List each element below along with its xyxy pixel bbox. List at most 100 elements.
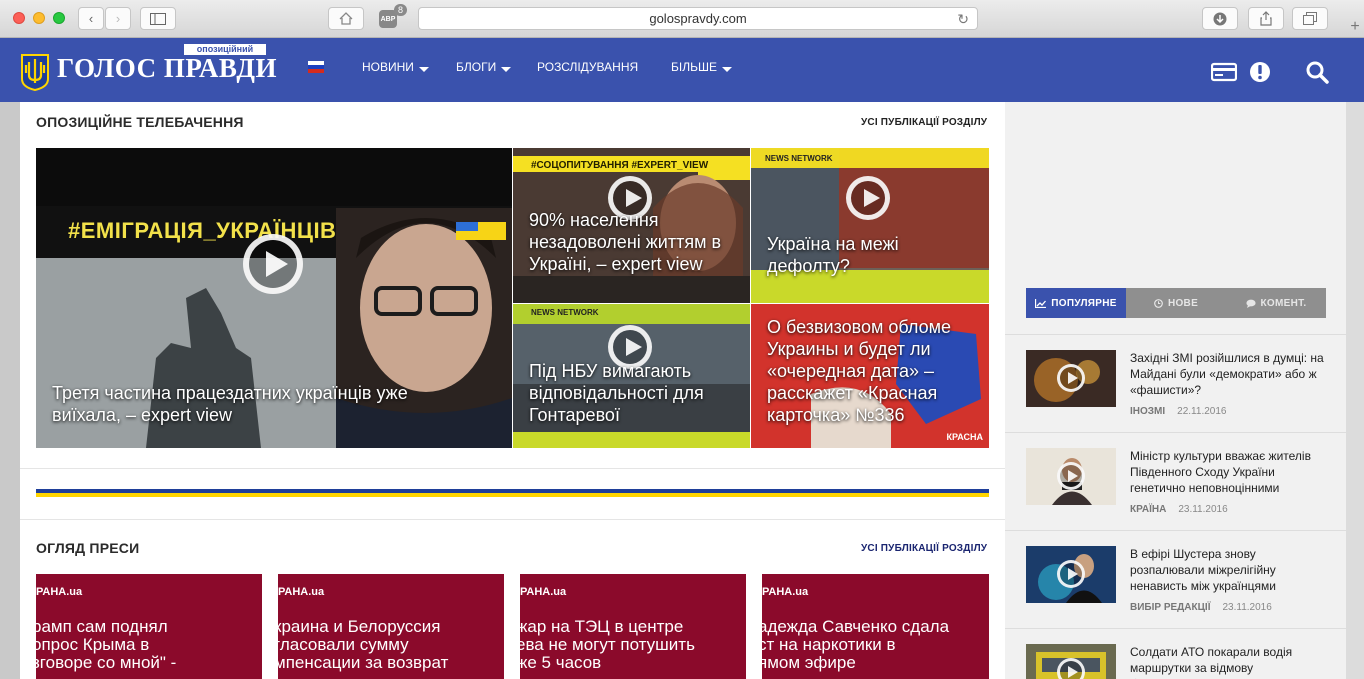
press-source: РАНА.ua [762, 586, 809, 598]
press-item[interactable]: РАНА.ua краина и Белоруссия гласовали су… [278, 574, 504, 679]
share-button[interactable] [1248, 7, 1284, 30]
downloads-button[interactable] [1202, 7, 1238, 30]
news-thumbnail [1026, 448, 1116, 505]
sidebar-news-item[interactable]: Солдати АТО покарали водія маршрутки за … [1026, 644, 1326, 679]
news-category[interactable]: КРАЇНА [1130, 504, 1166, 515]
press-source: РАНА.ua [278, 586, 325, 598]
caret-down-icon [418, 67, 429, 72]
comment-icon [1245, 299, 1256, 308]
sidebar-tabs: ПОПУЛЯРНЕ НОВЕ КОМЕНТ. [1026, 288, 1326, 318]
forward-button[interactable]: › [105, 7, 131, 30]
video-thumbnail-image [751, 148, 989, 303]
news-date: 22.11.2016 [1177, 406, 1227, 417]
press-headline: жар на ТЭЦ в центре ева не могут потушит… [520, 617, 695, 672]
back-button[interactable]: ‹ [78, 7, 104, 30]
tab-new-label: НОВЕ [1167, 297, 1199, 309]
reload-icon[interactable]: ↻ [957, 11, 969, 28]
chevron-right-icon: › [115, 11, 121, 26]
news-title: Західні ЗМІ розійшлися в думці: на Майда… [1130, 351, 1324, 397]
caret-down-icon [721, 67, 732, 72]
press-item[interactable]: РАНА.ua адежда Савченко сдала ст на нарк… [762, 574, 989, 679]
news-meta: ІНОЗМІ 22.11.2016 [1130, 406, 1226, 417]
search-icon[interactable] [1304, 59, 1330, 85]
news-date: 23.11.2016 [1222, 602, 1272, 613]
news-category[interactable]: ВИБІР РЕДАКЦІЇ [1130, 602, 1210, 613]
press-section-title: ОГЛЯД ПРЕСИ [36, 540, 140, 556]
tab-comments-label: КОМЕНТ. [1260, 297, 1307, 309]
nav-more-label: БІЛЬШЕ [671, 60, 717, 74]
sidebar-news-item[interactable]: Західні ЗМІ розійшлися в думці: на Майда… [1026, 350, 1326, 420]
video-caption: О безвизовом обломе Украины и будет ли «… [767, 317, 952, 425]
sidebar-news-item[interactable]: В ефірі Шустера знову розпалювали міжрел… [1026, 546, 1326, 616]
tab-comments[interactable]: КОМЕНТ. [1226, 288, 1326, 318]
trident-logo-icon[interactable] [20, 53, 50, 91]
nav-news-label: НОВИНИ [362, 60, 414, 74]
press-source: РАНА.ua [520, 586, 567, 598]
tv-video-item[interactable]: #СОЦОПИТУВАННЯ #EXPERT_VIEW 90% населенн… [513, 148, 750, 303]
tv-video-item[interactable]: NEWS NETWORK Під НБУ вимагають відповіда… [513, 304, 750, 448]
press-all-publications-link[interactable]: УСІ ПУБЛІКАЦІЇ РОЗДІЛУ [861, 543, 987, 554]
sidebar-divider [1005, 432, 1346, 433]
press-headline: адежда Савченко сдала ст на наркотики в … [762, 617, 950, 672]
video-overlay-tag: NEWS NETWORK [765, 154, 833, 163]
ukraine-stripe [36, 489, 989, 497]
sidebar-divider [1005, 628, 1346, 629]
nav-news[interactable]: НОВИНИ [362, 60, 429, 74]
site-tagline: опозиційний [184, 44, 266, 55]
tv-section-title: ОПОЗИЦІЙНЕ ТЕЛЕБАЧЕННЯ [36, 114, 244, 130]
nav-blogs[interactable]: БЛОГИ [456, 60, 512, 74]
news-title: Солдати АТО покарали водія маршрутки за … [1130, 645, 1293, 679]
nav-blogs-label: БЛОГИ [456, 60, 497, 74]
sidebar-divider [1005, 530, 1346, 531]
press-headline: рамп сам поднял опрос Крыма в зговоре со… [36, 617, 177, 672]
play-icon [1057, 658, 1085, 679]
url-text: golospravdy.com [649, 11, 747, 26]
nav-investigations-label: РОЗСЛІДУВАННЯ [537, 60, 639, 74]
home-icon [339, 12, 353, 25]
sidebar-news-item[interactable]: Міністр культури вважає жителів Південно… [1026, 448, 1326, 518]
news-category[interactable]: ІНОЗМІ [1130, 406, 1165, 417]
tv-video-item[interactable]: КРАСНА О безвизовом обломе Украины и буд… [751, 304, 989, 448]
video-overlay-tag: КРАСНА [946, 432, 983, 442]
tv-video-item[interactable]: NEWS NETWORK Україна на межі дефолту? [751, 148, 989, 303]
close-window-button[interactable] [13, 12, 25, 24]
adblock-button[interactable]: ABP 8 [375, 4, 408, 30]
minimize-window-button[interactable] [33, 12, 45, 24]
news-meta: ВИБІР РЕДАКЦІЇ 23.11.2016 [1130, 602, 1272, 613]
new-tab-button[interactable]: + [1346, 18, 1364, 38]
tab-new[interactable]: НОВЕ [1126, 288, 1226, 318]
press-item[interactable]: РАНА.ua жар на ТЭЦ в центре ева не могут… [520, 574, 746, 679]
scrollbar[interactable] [1346, 38, 1364, 679]
section-divider [20, 468, 1005, 469]
chart-icon [1035, 298, 1047, 308]
download-icon [1213, 12, 1227, 25]
video-overlay-tag: #СОЦОПИТУВАННЯ #EXPERT_VIEW [531, 160, 709, 171]
press-item[interactable]: РАНА.ua рамп сам поднял опрос Крыма в зг… [36, 574, 262, 679]
tabs-icon [1303, 12, 1317, 25]
news-thumbnail [1026, 546, 1116, 603]
news-date: 23.11.2016 [1178, 504, 1228, 515]
payment-card-icon[interactable] [1211, 59, 1237, 85]
press-source: РАНА.ua [36, 586, 83, 598]
address-bar[interactable]: golospravdy.com ↻ [418, 7, 978, 30]
video-overlay-tag: NEWS NETWORK [531, 308, 599, 317]
tab-popular[interactable]: ПОПУЛЯРНЕ [1026, 288, 1126, 318]
language-flag-icon[interactable] [308, 61, 324, 73]
play-icon [1057, 560, 1085, 588]
tv-all-publications-link[interactable]: УСІ ПУБЛІКАЦІЇ РОЗДІЛУ [861, 117, 987, 128]
site-brand[interactable]: ГОЛОС ПРАВДИ [57, 53, 277, 84]
tabs-overview-button[interactable] [1292, 7, 1328, 30]
sidebar-toggle-button[interactable] [140, 7, 176, 30]
alert-icon[interactable] [1247, 59, 1273, 85]
zoom-window-button[interactable] [53, 12, 65, 24]
play-icon [846, 176, 890, 220]
news-title: В ефірі Шустера знову розпалювали міжрел… [1130, 547, 1276, 593]
nav-investigations[interactable]: РОЗСЛІДУВАННЯ [537, 60, 638, 74]
tv-main-video[interactable]: #ЕМІГРАЦІЯ_УКРАЇНЦІВ Третя частина праце… [36, 148, 512, 448]
news-thumbnail [1026, 350, 1116, 407]
home-button[interactable] [328, 7, 364, 30]
adblock-count: 8 [394, 4, 408, 16]
nav-more[interactable]: БІЛЬШЕ [671, 60, 732, 74]
video-caption: 90% населення незадоволені життям в Укра… [529, 210, 722, 274]
browser-toolbar: ‹ › ABP 8 golospravdy.com ↻ + [0, 0, 1364, 38]
